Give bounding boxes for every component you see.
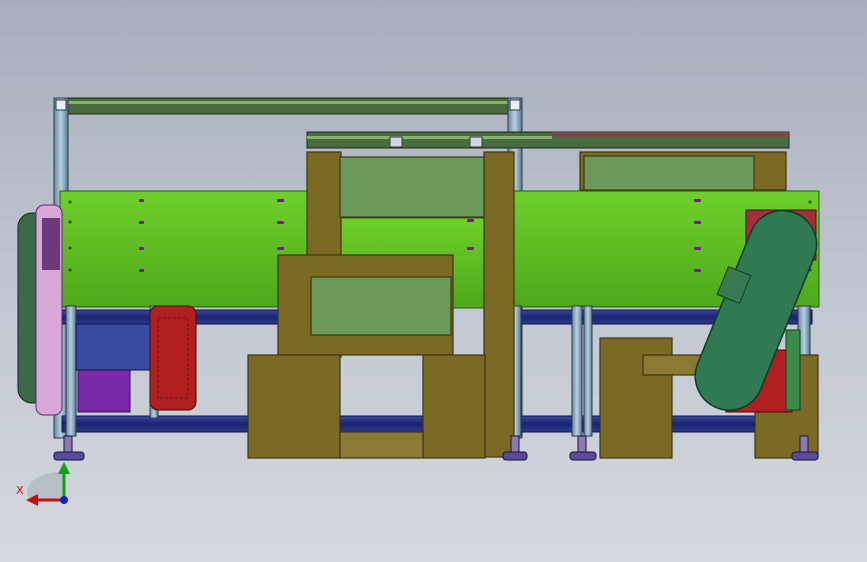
- hole: [139, 221, 144, 224]
- leg: [583, 305, 593, 437]
- corner-bracket-right: [509, 99, 521, 111]
- leg: [571, 305, 583, 437]
- hole: [467, 247, 474, 250]
- right-top-frame: [306, 131, 790, 149]
- bolt: [68, 200, 72, 204]
- housing-base-right: [422, 354, 486, 459]
- coordinate-triad: [26, 462, 70, 506]
- foot-stem: [577, 435, 587, 453]
- foot-stem: [510, 435, 520, 453]
- bolt: [68, 268, 72, 272]
- motor-block: [75, 323, 153, 371]
- rail-clamp-1: [389, 136, 403, 148]
- motor-mount-plate: [785, 329, 801, 411]
- hole: [139, 247, 144, 250]
- hole: [277, 247, 284, 250]
- green-plate-left: [59, 190, 311, 308]
- motor-red: [149, 305, 197, 411]
- gearbox-purple: [77, 365, 131, 413]
- hole: [467, 219, 474, 222]
- cad-viewport[interactable]: [0, 0, 867, 562]
- hole: [694, 247, 701, 250]
- top-rail-highlight: [54, 101, 522, 104]
- housing-mid-window: [310, 276, 452, 336]
- housing-tall-right: [483, 151, 515, 458]
- corner-bracket-left: [55, 99, 67, 111]
- drive-flange: [42, 218, 60, 270]
- right-top-rail-accent: [552, 132, 789, 137]
- hole: [277, 199, 284, 202]
- top-rail: [53, 97, 523, 115]
- foot: [502, 451, 528, 461]
- right-housing-window: [583, 155, 755, 191]
- bolt: [808, 200, 812, 204]
- x-axis-label: X: [16, 484, 24, 497]
- foot-stem: [63, 435, 73, 453]
- hole: [139, 199, 144, 202]
- beam-lower-mid: [339, 415, 431, 433]
- foot: [569, 451, 597, 461]
- bolt: [68, 220, 72, 224]
- foot: [53, 451, 85, 461]
- right-top-rail-highlight: [307, 136, 552, 139]
- leg: [65, 305, 77, 437]
- rail-clamp-2: [469, 136, 483, 148]
- housing-base-left: [247, 354, 341, 459]
- hole: [277, 221, 284, 224]
- triad-shadow: [27, 471, 64, 500]
- z-axis-icon: [60, 496, 68, 504]
- y-arrow-icon: [58, 462, 70, 474]
- right-housing-step: [642, 354, 704, 376]
- foot-stem: [799, 435, 809, 453]
- hole: [694, 269, 701, 272]
- hole: [694, 221, 701, 224]
- foot: [791, 451, 819, 461]
- housing-top-window: [339, 156, 485, 218]
- hole: [139, 269, 144, 272]
- housing-base-gap: [339, 431, 424, 459]
- bolt: [68, 246, 72, 250]
- hole: [694, 199, 701, 202]
